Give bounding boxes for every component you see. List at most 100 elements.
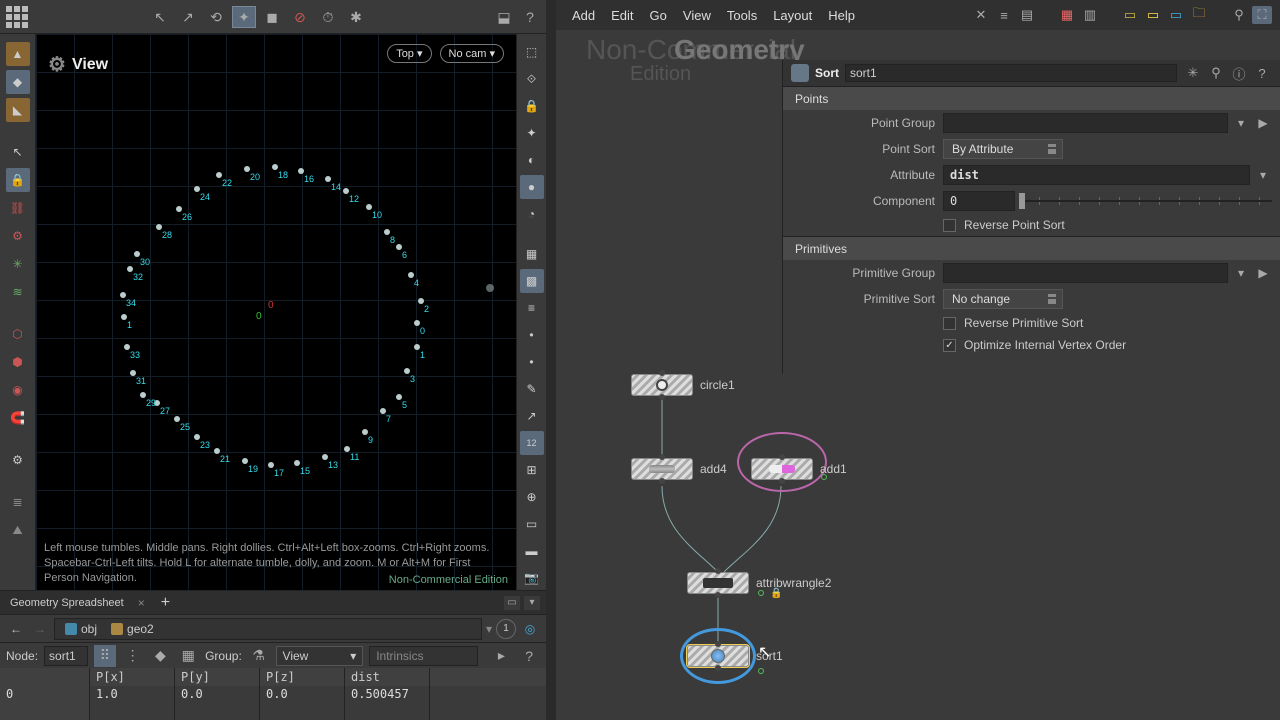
col-px[interactable]: P[x] <box>90 668 175 686</box>
numbers-icon[interactable]: 12 <box>520 431 544 455</box>
active-tool-icon[interactable]: ✦ <box>232 6 256 28</box>
r19-icon[interactable]: ▬ <box>520 539 544 563</box>
param-help-icon[interactable]: ? <box>1252 64 1272 82</box>
r18-icon[interactable]: ▭ <box>520 512 544 536</box>
op-name-input[interactable] <box>845 64 1177 82</box>
nav-fwd-icon[interactable]: → <box>30 619 50 639</box>
select-tool[interactable]: ◆ <box>6 70 30 94</box>
attribute-menu-icon[interactable]: ▾ <box>1254 166 1272 184</box>
spreadsheet-tab[interactable]: Geometry Spreadsheet <box>6 594 128 612</box>
r5-icon[interactable]: ◐ <box>520 148 544 172</box>
prim-group-jump-icon[interactable]: ▶ <box>1254 264 1272 282</box>
muscle-tool[interactable]: ≋ <box>6 280 30 304</box>
joint-tool[interactable]: ✳ <box>6 252 30 276</box>
point-group-jump-icon[interactable]: ▶ <box>1254 114 1272 132</box>
node-add4[interactable]: add4 <box>631 458 693 480</box>
col-idx[interactable] <box>0 668 90 686</box>
magnet-tool[interactable]: 🧲 <box>6 406 30 430</box>
apps-button[interactable] <box>6 6 28 28</box>
intrinsics-dropdown[interactable]: Intrinsics <box>369 646 478 666</box>
node-sort1[interactable]: sort1 <box>687 645 749 667</box>
note-icon[interactable]: ▭ <box>1120 6 1140 24</box>
component-slider[interactable] <box>1019 191 1272 211</box>
param-gear-icon[interactable]: ✳ <box>1183 64 1203 82</box>
play-icon[interactable]: ▸ <box>490 645 512 667</box>
arrow-tool[interactable]: ↖ <box>6 140 30 164</box>
reverse-point-checkbox[interactable] <box>943 219 956 232</box>
section-primitives[interactable]: Primitives <box>783 236 1280 260</box>
menu-view[interactable]: View <box>675 4 719 27</box>
pane-max-icon[interactable]: ▾ <box>524 596 540 610</box>
view-tool[interactable]: ▲ <box>6 42 30 66</box>
gear-icon[interactable]: ⚙ <box>48 52 66 77</box>
breadcrumb[interactable]: obj geo2 <box>54 618 482 640</box>
sticky-icon[interactable]: ▭ <box>1143 6 1163 24</box>
node-attribwrangle2[interactable]: attribwrangle2 <box>687 572 749 594</box>
camera-select-dropdown[interactable]: No cam ▾ <box>440 44 504 63</box>
layout-toggle-icon[interactable]: ⬓ <box>492 6 516 28</box>
r4-icon[interactable]: ✦ <box>520 121 544 145</box>
class-prims-icon[interactable]: ◆ <box>150 645 172 667</box>
r14-icon[interactable]: ↗ <box>520 404 544 428</box>
pin-icon[interactable]: 1 <box>496 619 516 639</box>
point-group-input[interactable] <box>943 113 1228 133</box>
optimize-checkbox[interactable]: ✓ <box>943 339 956 352</box>
help-icon[interactable]: ? <box>518 6 542 28</box>
r12-icon[interactable]: • <box>520 350 544 374</box>
find-icon[interactable]: ⚲ <box>1229 6 1249 24</box>
col-dist[interactable]: dist <box>345 668 430 686</box>
wrench-icon[interactable]: ✕ <box>971 6 991 24</box>
rotate-tool-icon[interactable]: ⟲ <box>204 6 228 28</box>
close-tab-icon[interactable]: × <box>134 596 149 610</box>
r8-icon[interactable]: ▦ <box>520 242 544 266</box>
folder-icon[interactable]: 🗀 <box>1189 6 1209 24</box>
r9-icon[interactable]: ▩ <box>520 269 544 293</box>
extra-tool-icon[interactable]: ✱ <box>344 6 368 28</box>
char-tool[interactable]: ⚙ <box>6 224 30 248</box>
col-py[interactable]: P[y] <box>175 668 260 686</box>
menu-tools[interactable]: Tools <box>719 4 765 27</box>
r2-icon[interactable]: ⟐ <box>520 67 544 91</box>
nav-back-icon[interactable]: ← <box>6 619 26 639</box>
node-input[interactable] <box>44 646 88 666</box>
group-funnel-icon[interactable]: ⚗ <box>248 645 270 667</box>
point-sort-dropdown[interactable]: By Attribute <box>943 139 1063 159</box>
color2-icon[interactable]: ▥ <box>1080 6 1100 24</box>
r6-icon[interactable]: ● <box>520 175 544 199</box>
viewport-3d[interactable]: ⚙ View Top ▾ No cam ▾ 0 0 34303228262422… <box>36 34 516 590</box>
lock-tool[interactable]: 🔒 <box>6 168 30 192</box>
add-tab-icon[interactable]: + <box>155 594 176 612</box>
section-points[interactable]: Points <box>783 86 1280 110</box>
r11-icon[interactable]: • <box>520 323 544 347</box>
menu-add[interactable]: Add <box>564 4 603 27</box>
class-detail-icon[interactable]: ▦ <box>177 645 199 667</box>
col-pz[interactable]: P[z] <box>260 668 345 686</box>
lock-icon[interactable]: 🔒 <box>520 94 544 118</box>
table-row[interactable] <box>0 703 546 720</box>
view-dropdown[interactable]: View▾ <box>276 646 364 666</box>
record-tool-icon[interactable]: ◼ <box>260 6 284 28</box>
reverse-prim-checkbox[interactable] <box>943 317 956 330</box>
param-search-icon[interactable]: ⚲ <box>1206 64 1226 82</box>
reset-tool-icon[interactable]: ⏱ <box>316 6 340 28</box>
table-row[interactable]: 01.00.00.00.500457 <box>0 686 546 703</box>
attribute-input[interactable] <box>943 165 1250 185</box>
component-input[interactable] <box>943 191 1015 211</box>
r10-icon[interactable]: ≡ <box>520 296 544 320</box>
translate-tool-icon[interactable]: ↗ <box>176 6 200 28</box>
a-tool[interactable]: ⬡ <box>6 322 30 346</box>
point-group-menu-icon[interactable]: ▾ <box>1232 114 1250 132</box>
class-points-icon[interactable]: ⠿ <box>94 645 116 667</box>
max-icon[interactable]: ⛶ <box>1252 6 1272 24</box>
param-info-icon[interactable]: ⓘ <box>1229 64 1249 82</box>
img-icon[interactable]: ▭ <box>1166 6 1186 24</box>
disable-tool-icon[interactable]: ⊘ <box>288 6 312 28</box>
menu-go[interactable]: Go <box>642 4 675 27</box>
menu-edit[interactable]: Edit <box>603 4 641 27</box>
node-circle1[interactable]: circle1 <box>631 374 693 396</box>
c-tool[interactable]: ◉ <box>6 378 30 402</box>
r13-icon[interactable]: ✎ <box>520 377 544 401</box>
menu-layout[interactable]: Layout <box>765 4 820 27</box>
r16-icon[interactable]: ⊞ <box>520 458 544 482</box>
list-icon[interactable]: ≡ <box>994 6 1014 24</box>
